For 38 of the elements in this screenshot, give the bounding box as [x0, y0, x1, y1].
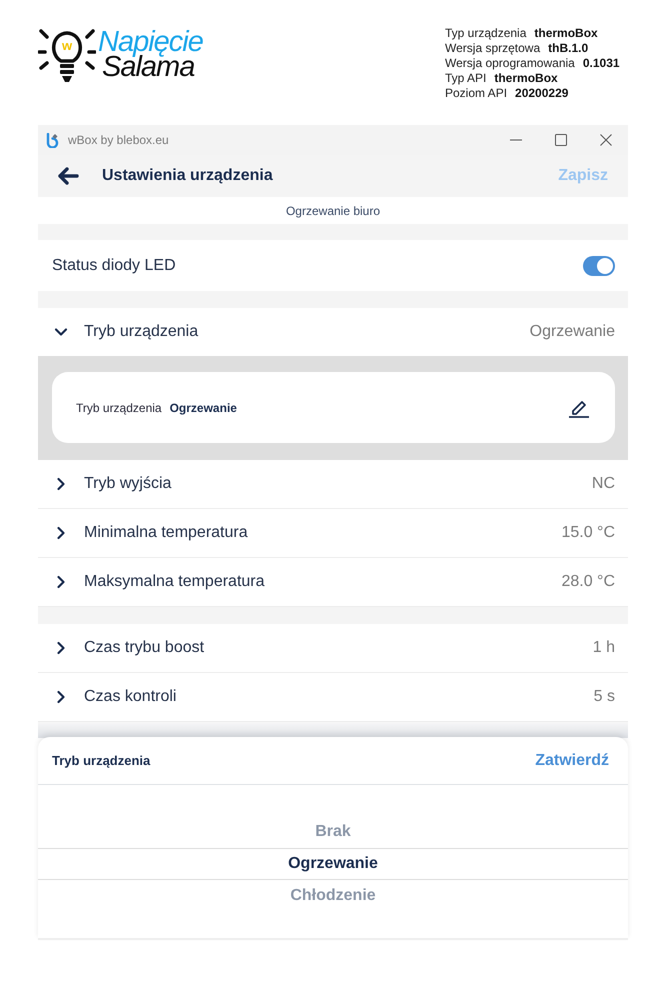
info-label: Poziom API: [445, 86, 508, 101]
setting-value: 15.0 °C: [561, 524, 615, 542]
info-value: 0.1031: [582, 56, 620, 71]
info-value: thermoBox: [494, 71, 558, 86]
setting-value: 28.0 °C: [561, 573, 615, 591]
setting-label: Czas trybu boost: [84, 639, 204, 657]
setting-value: 1 h: [592, 639, 615, 657]
info-label: Typ urządzenia: [445, 26, 526, 41]
detail-value: Ogrzewanie: [170, 400, 237, 414]
close-icon[interactable]: [600, 134, 612, 146]
setting-value: Ogrzewanie: [530, 323, 615, 341]
info-value: thermoBox: [534, 26, 598, 41]
setting-value: NC: [592, 475, 615, 493]
window-title: wBox by blebox.eu: [68, 133, 169, 147]
setting-label: Status diody LED: [52, 256, 176, 274]
setting-value: 5 s: [594, 688, 615, 706]
setting-label: Tryb urządzenia: [84, 323, 198, 341]
setting-label: Maksymalna temperatura: [84, 573, 265, 591]
toggle-switch[interactable]: [583, 256, 615, 276]
info-label: Wersja oprogramowania: [445, 56, 575, 71]
detail-label: Tryb urządzenia: [76, 400, 162, 414]
picker-option[interactable]: Ogrzewanie: [38, 848, 628, 880]
logo-text: Napięcie: [98, 30, 203, 55]
info-value: 20200229: [515, 86, 568, 101]
maximize-icon[interactable]: [554, 134, 566, 146]
info-value: thB.1.0: [548, 41, 588, 56]
setting-label: Minimalna temperatura: [84, 524, 248, 542]
setting-label: Tryb wyjścia: [84, 475, 172, 493]
device-name: Ogrzewanie biuro: [286, 204, 380, 218]
picker-title: Tryb urządzenia: [52, 753, 150, 768]
app-logo-icon: [45, 132, 59, 148]
back-arrow-icon[interactable]: [57, 167, 79, 185]
info-label: Typ API: [445, 71, 486, 86]
logo-text: Salama: [102, 55, 194, 80]
page-title: Ustawienia urządzenia: [102, 167, 273, 185]
info-label: Wersja sprzętowa: [445, 41, 540, 56]
logo-letter: w: [62, 39, 72, 52]
setting-label: Czas kontroli: [84, 688, 176, 706]
